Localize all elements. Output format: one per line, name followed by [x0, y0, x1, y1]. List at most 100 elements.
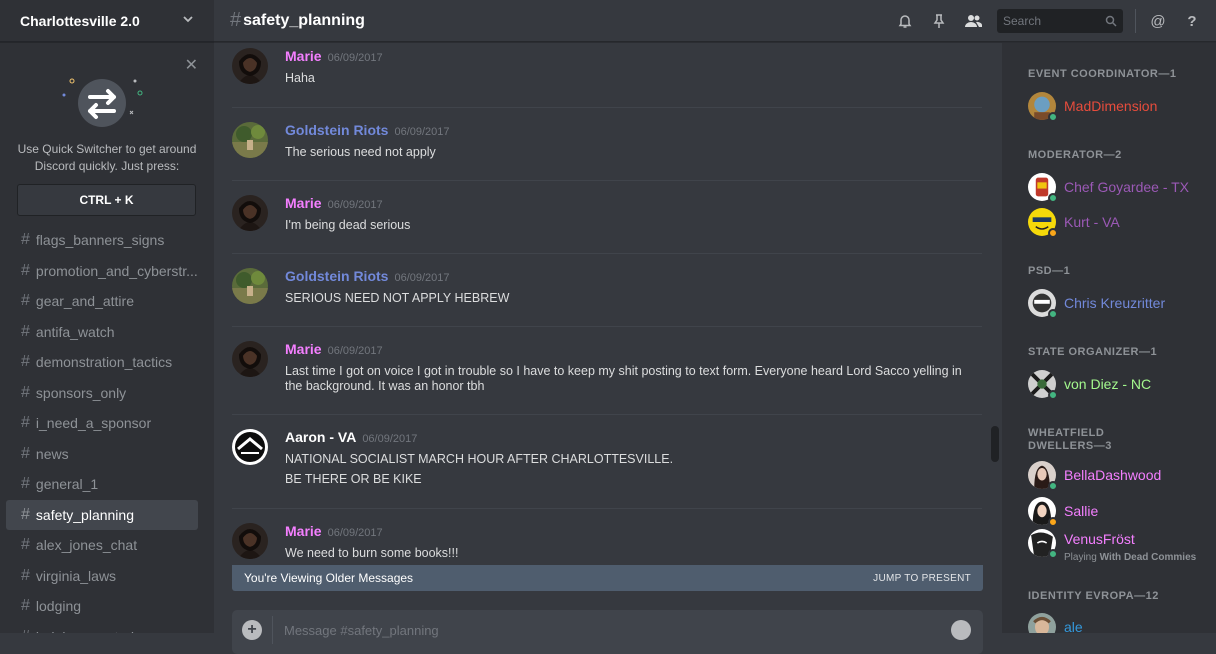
channel-name: flags_banners_signs [35, 232, 165, 249]
channel-item[interactable]: # demonstration_tactics [6, 347, 198, 378]
channel-name: news [35, 445, 69, 462]
message-list: Marie 06/09/2017 Haha Goldstein Riots 06/09/… [214, 43, 1002, 565]
hash-icon: # [21, 505, 30, 523]
status-dot [1048, 112, 1058, 122]
message-header: Marie 06/09/2017 [285, 341, 982, 359]
member-item[interactable]: BellaDashwood [1028, 458, 1161, 492]
channel-item[interactable]: # lodging [6, 591, 198, 622]
member-list: EVENT COORDINATOR—1 MadDimension MODERATOR… [1002, 43, 1216, 633]
status-dot [1048, 481, 1058, 491]
bell-icon[interactable] [895, 11, 915, 31]
scrollbar-thumb[interactable] [991, 426, 999, 462]
member-item[interactable]: Sallie [1028, 494, 1098, 528]
help-icon[interactable]: ? [1182, 11, 1202, 31]
timestamp: 06/09/2017 [327, 527, 383, 539]
timestamp: 06/09/2017 [327, 199, 383, 211]
author-name[interactable]: Marie [285, 48, 322, 64]
member-item[interactable]: von Diez - NC [1028, 367, 1151, 401]
member-item[interactable]: ale [1028, 610, 1083, 633]
avatar[interactable] [232, 429, 268, 465]
message-body: Marie 06/09/2017 Last time I got on voice … [285, 341, 982, 394]
search-input[interactable]: Search [997, 9, 1123, 33]
channel-item[interactable]: # general_1 [6, 469, 198, 500]
avatar[interactable] [232, 122, 268, 158]
quick-switcher-shortcut[interactable]: CTRL + K [17, 184, 196, 216]
pin-icon[interactable] [929, 11, 949, 31]
hash-icon: # [21, 536, 30, 554]
avatar [1028, 370, 1058, 400]
channel-item[interactable]: # lodging_wanted [6, 622, 198, 633]
status-dot [1048, 193, 1058, 203]
message-scrollbar[interactable] [991, 43, 999, 565]
older-messages-text: You're Viewing Older Messages [244, 571, 414, 585]
member-item[interactable]: VenusFröst Playing With Dead Commies [1028, 529, 1196, 563]
hash-icon: # [21, 475, 30, 493]
member-item[interactable]: Chris Kreuzritter [1028, 286, 1165, 320]
status-dot [1048, 309, 1058, 319]
status-dot [1048, 390, 1058, 400]
avatar[interactable] [232, 48, 268, 84]
upload-plus-icon[interactable]: + [242, 620, 262, 640]
message-text: SERIOUS NEED NOT APPLY HEBREW [285, 291, 510, 305]
channel-title: safety_planning [243, 11, 365, 29]
message-input[interactable] [282, 618, 932, 642]
channel-name: safety_planning [35, 506, 134, 523]
emoji-icon[interactable] [951, 620, 971, 640]
quick-switcher-icon [62, 78, 143, 127]
message-text: Haha [285, 71, 315, 85]
member-name: ale [1064, 619, 1083, 633]
members-icon[interactable] [963, 11, 983, 31]
channel-item[interactable]: # promotion_and_cyberstr... [6, 256, 198, 287]
hash-icon: # [21, 597, 30, 615]
channel-item[interactable]: # news [6, 439, 198, 470]
channel-item[interactable]: # alex_jones_chat [6, 530, 198, 561]
member-name: VenusFröst [1064, 531, 1135, 547]
member-item[interactable]: MadDimension [1028, 89, 1157, 123]
member-name: Chris Kreuzritter [1064, 295, 1166, 311]
message-header: Aaron - VA 06/09/2017 [285, 429, 982, 447]
author-name[interactable]: Aaron - VA [285, 429, 356, 445]
author-name[interactable]: Marie [285, 341, 322, 357]
message-divider [232, 414, 982, 415]
author-name[interactable]: Marie [285, 523, 322, 539]
channel-item[interactable]: # gear_and_attire [6, 286, 198, 317]
status-dot [1048, 549, 1058, 559]
hash-icon: # [21, 444, 30, 462]
message-body: Goldstein Riots 06/09/2017 The serious nee… [285, 122, 982, 160]
quick-switcher-text: Use Quick Switcher to get around Discord… [17, 142, 197, 173]
avatar[interactable] [232, 523, 268, 559]
jump-to-present-button[interactable]: JUMP TO PRESENT [873, 573, 971, 584]
timestamp: 06/09/2017 [394, 126, 450, 138]
author-name[interactable]: Goldstein Riots [285, 268, 388, 284]
author-name[interactable]: Marie [285, 195, 322, 211]
channel-sidebar: Charlottesville 2.0 # flags_banners_signs… [0, 0, 214, 633]
server-header[interactable]: Charlottesville 2.0 [0, 0, 214, 42]
channel-item[interactable]: # i_need_a_sponsor [6, 408, 198, 439]
author-name[interactable]: Goldstein Riots [285, 122, 388, 138]
status-dot [1048, 517, 1058, 527]
status-dot [1048, 228, 1058, 238]
avatar[interactable] [232, 195, 268, 231]
channel-item[interactable]: # sponsors_only [6, 378, 198, 409]
message-header: Goldstein Riots 06/09/2017 [285, 122, 982, 140]
avatar[interactable] [232, 268, 268, 304]
member-item[interactable]: Kurt - VA [1028, 205, 1120, 239]
message-header: Marie 06/09/2017 [285, 48, 982, 66]
message-text: Last time I got on voice I got in troubl… [285, 364, 962, 393]
mention-icon[interactable]: @ [1148, 11, 1168, 31]
channel-name: i_need_a_sponsor [35, 415, 152, 432]
channel-list: # flags_banners_signs # promotion_and_cyber… [0, 225, 214, 633]
avatar[interactable] [232, 341, 268, 377]
message-body: Marie 06/09/2017 We need to burn some book… [285, 523, 982, 561]
member-group-header: PSD—1 [1028, 265, 1071, 277]
member-item[interactable]: Chef Goyardee - TX [1028, 170, 1189, 204]
channel-item[interactable]: # virginia_laws [6, 561, 198, 592]
channel-item[interactable]: # antifa_watch [6, 317, 198, 348]
close-icon[interactable]: ✕ [185, 55, 198, 75]
avatar [1028, 529, 1058, 559]
avatar [1028, 173, 1058, 203]
message-body: Marie 06/09/2017 Haha [285, 48, 982, 86]
channel-item[interactable]: # safety_planning [6, 499, 198, 530]
message-divider [232, 107, 982, 108]
member-group-header: EVENT COORDINATOR—1 [1028, 68, 1177, 80]
